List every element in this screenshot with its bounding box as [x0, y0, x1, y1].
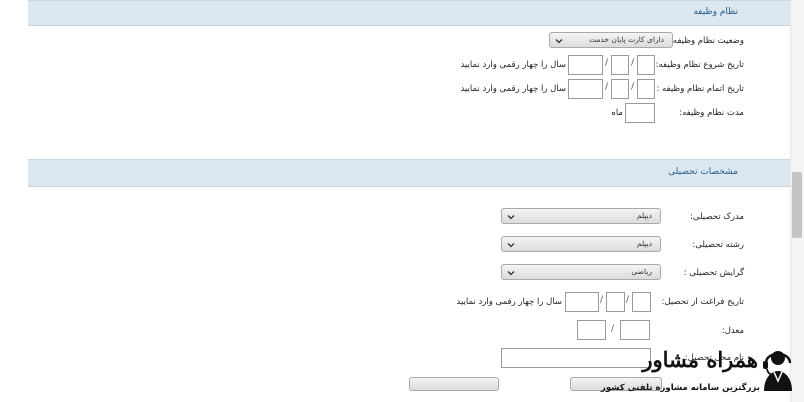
field-of-study-label: رشته تحصیلی: — [692, 240, 744, 250]
military-start-date-label: تاریخ شروع نظام وظیفه: — [655, 60, 744, 70]
chevron-down-icon — [555, 39, 563, 44]
military-end-date-label: تاریخ اتمام نظام وظیفه : — [656, 84, 744, 94]
watermark-logo: همراه مشاور بزرگترین سامانه مشاوره تلفنی… — [601, 343, 796, 400]
headset-person-icon — [763, 351, 792, 391]
military-start-month-input[interactable] — [611, 55, 629, 75]
date-separator: / — [600, 295, 604, 305]
orientation-select[interactable]: ریاضی — [501, 264, 661, 280]
chevron-down-icon — [507, 243, 515, 248]
military-duration-input[interactable] — [625, 103, 655, 123]
gpa-label: معدل: — [721, 326, 744, 336]
field-of-study-select[interactable]: دیپلم — [501, 236, 661, 252]
military-status-select[interactable]: دارای کارت پایان خدمت — [549, 32, 673, 48]
military-section-header — [28, 0, 790, 26]
military-duration-label: مدت نظام وظیفه: — [679, 108, 744, 118]
date-separator: / — [631, 82, 635, 92]
watermark-tagline: بزرگترین سامانه مشاوره تلفنی کشور — [600, 383, 760, 393]
military-start-day-input[interactable] — [637, 55, 655, 75]
gpa-integer-input[interactable] — [577, 320, 606, 340]
chevron-down-icon — [507, 271, 515, 276]
next-row-select-left[interactable] — [409, 377, 499, 391]
military-end-month-input[interactable] — [611, 79, 629, 99]
graduation-day-input[interactable] — [632, 292, 651, 312]
military-start-year-input[interactable] — [568, 55, 603, 75]
military-status-label: وضعیت نظام وظیفه: — [669, 36, 744, 46]
graduation-date-label: تاریخ فراغت از تحصیل: — [661, 297, 744, 307]
year-format-hint: سال را چهار رقمی وارد نمایید — [460, 84, 566, 94]
military-status-value: دارای کارت پایان خدمت — [589, 35, 664, 44]
gpa-decimal-input[interactable] — [620, 320, 650, 340]
graduation-year-input[interactable] — [565, 292, 599, 312]
orientation-label: گرایش تحصیلی : — [683, 268, 744, 278]
gpa-separator: / — [611, 324, 615, 334]
field-of-study-value: دیپلم — [636, 239, 652, 248]
degree-label: مدرک تحصیلی: — [690, 212, 744, 222]
date-separator: / — [605, 82, 609, 92]
education-section-title: مشخصات تحصیلی — [668, 167, 738, 177]
date-separator: / — [626, 295, 630, 305]
duration-unit-label: ماه — [611, 108, 623, 118]
year-format-hint: سال را چهار رقمی وارد نمایید — [460, 60, 566, 70]
military-section-title: نظام وظیفه — [693, 7, 738, 17]
graduation-month-input[interactable] — [606, 292, 625, 312]
scrollbar-thumb[interactable] — [792, 172, 802, 238]
year-format-hint: سال را چهار رقمی وارد نمایید — [456, 297, 562, 307]
date-separator: / — [631, 58, 635, 68]
watermark-brand: همراه مشاور — [642, 347, 758, 372]
degree-value: دیپلم — [636, 211, 652, 220]
degree-select[interactable]: دیپلم — [501, 208, 661, 224]
military-end-year-input[interactable] — [568, 79, 603, 99]
military-end-day-input[interactable] — [637, 79, 655, 99]
date-separator: / — [605, 58, 609, 68]
orientation-value: ریاضی — [631, 267, 652, 276]
chevron-down-icon — [507, 215, 515, 220]
